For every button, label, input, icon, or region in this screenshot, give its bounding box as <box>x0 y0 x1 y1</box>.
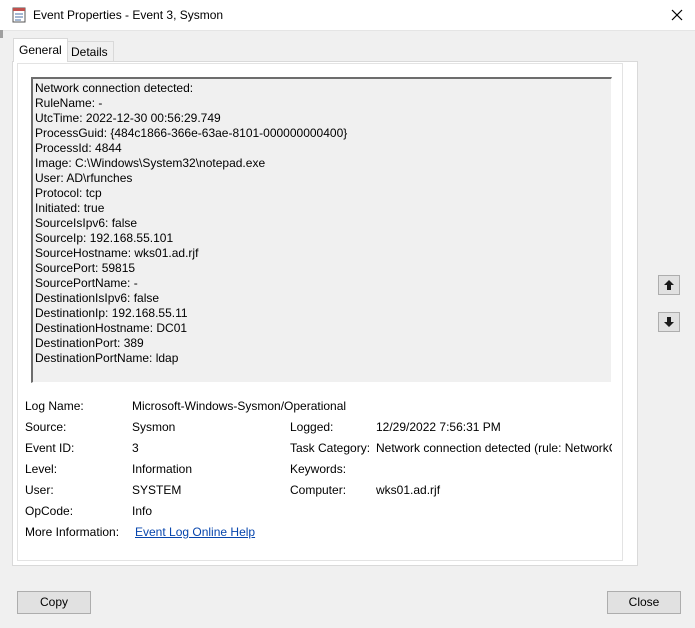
close-icon[interactable] <box>666 4 688 26</box>
event-description-box[interactable]: Network connection detected: RuleName: -… <box>31 77 612 383</box>
description-line: DestinationPort: 389 <box>35 336 144 350</box>
description-line: SourceIp: 192.168.55.101 <box>35 231 174 245</box>
description-line: DestinationIsIpv6: false <box>35 291 160 305</box>
description-line: Network connection detected: <box>35 81 194 95</box>
window-title: Event Properties - Event 3, Sysmon <box>33 8 224 22</box>
description-line: SourceIsIpv6: false <box>35 216 138 230</box>
logged-value: 12/29/2022 7:56:31 PM <box>376 420 501 434</box>
description-line: SourcePort: 59815 <box>35 261 136 275</box>
opcode-value: Info <box>132 504 153 518</box>
logged-label: Logged: <box>290 420 334 434</box>
description-line: Initiated: true <box>35 201 105 215</box>
event-log-online-help-link[interactable]: Event Log Online Help <box>135 525 255 539</box>
level-label: Level: <box>25 462 58 476</box>
description-line: ProcessId: 4844 <box>35 141 122 155</box>
log-name-value: Microsoft-Windows-Sysmon/Operational <box>132 399 347 413</box>
description-line: DestinationIp: 192.168.55.11 <box>35 306 188 320</box>
level-value: Information <box>132 462 193 476</box>
task-category-value: Network connection detected (rule: Netwo… <box>376 441 612 455</box>
title-bar: Event Properties - Event 3, Sysmon <box>0 0 695 31</box>
keywords-label: Keywords: <box>290 462 347 476</box>
event-id-value: 3 <box>132 441 139 455</box>
source-value: Sysmon <box>132 420 176 434</box>
description-line: Image: C:\Windows\System32\notepad.exe <box>35 156 266 170</box>
description-line: DestinationPortName: ldap <box>35 351 179 365</box>
description-line: DestinationHostname: DC01 <box>35 321 188 335</box>
description-line: UtcTime: 2022-12-30 00:56:29.749 <box>35 111 221 125</box>
more-information-label: More Information: <box>25 525 120 539</box>
computer-label: Computer: <box>290 483 347 497</box>
tab-details[interactable]: Details <box>65 41 114 62</box>
log-name-label: Log Name: <box>25 399 84 413</box>
description-line: RuleName: - <box>35 96 103 110</box>
copy-button[interactable]: Copy <box>17 591 91 614</box>
source-label: Source: <box>25 420 67 434</box>
description-line: Protocol: tcp <box>35 186 102 200</box>
arrow-down-icon <box>664 317 674 327</box>
description-line: SourceHostname: wks01.ad.rjf <box>35 246 199 260</box>
arrow-up-icon <box>664 280 674 290</box>
computer-value: wks01.ad.rjf <box>376 483 441 497</box>
previous-event-button[interactable] <box>658 275 680 295</box>
event-viewer-icon <box>12 7 26 23</box>
opcode-label: OpCode: <box>25 504 74 518</box>
description-line: SourcePortName: - <box>35 276 138 290</box>
description-line: ProcessGuid: {484c1866-366e-63ae-8101-00… <box>35 126 348 140</box>
user-value: SYSTEM <box>132 483 182 497</box>
next-event-button[interactable] <box>658 312 680 332</box>
description-line: User: AD\rfunches <box>35 171 133 185</box>
close-button[interactable]: Close <box>607 591 681 614</box>
task-category-label: Task Category: <box>290 441 371 455</box>
window-frame-edge <box>0 30 3 38</box>
tab-general[interactable]: General <box>13 38 68 62</box>
user-label: User: <box>25 483 54 497</box>
event-id-label: Event ID: <box>25 441 75 455</box>
